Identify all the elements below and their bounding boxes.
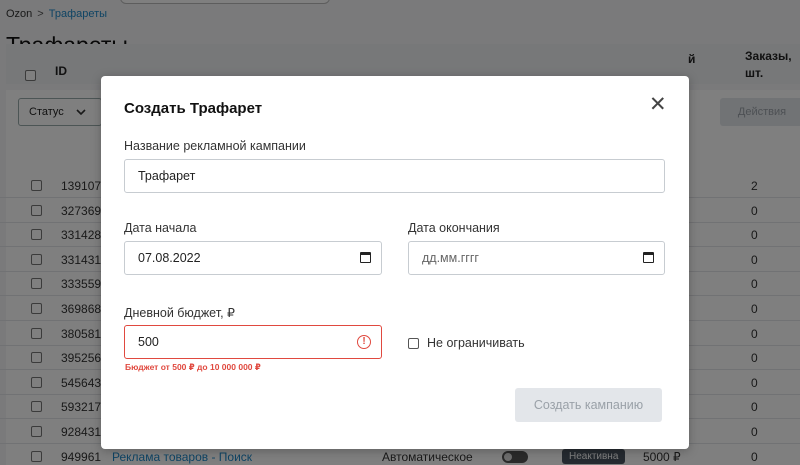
error-icon: ! bbox=[357, 335, 371, 349]
daily-budget-input[interactable]: 500 ! bbox=[124, 325, 382, 359]
start-date-value: 07.08.2022 bbox=[138, 251, 201, 265]
start-date-label: Дата начала bbox=[124, 221, 197, 235]
no-limit-label: Не ограничивать bbox=[427, 336, 525, 350]
start-date-input[interactable]: 07.08.2022 bbox=[124, 241, 382, 275]
create-campaign-button[interactable]: Создать кампанию bbox=[515, 388, 662, 422]
end-date-label: Дата окончания bbox=[408, 221, 500, 235]
modal-title: Создать Трафарет bbox=[124, 100, 263, 117]
daily-budget-value: 500 bbox=[138, 335, 159, 349]
no-limit-option[interactable]: Не ограничивать bbox=[408, 336, 525, 350]
campaign-name-input[interactable]: Трафарет bbox=[124, 159, 665, 193]
calendar-icon[interactable] bbox=[643, 252, 654, 263]
end-date-input[interactable]: дд.мм.гггг bbox=[408, 241, 665, 275]
close-icon[interactable]: ✕ bbox=[649, 94, 667, 115]
no-limit-checkbox[interactable] bbox=[408, 337, 419, 349]
campaign-name-value: Трафарет bbox=[138, 169, 196, 183]
end-date-placeholder: дд.мм.гггг bbox=[422, 251, 479, 265]
campaign-name-label: Название рекламной кампании bbox=[124, 139, 306, 153]
create-template-modal: Создать Трафарет ✕ Название рекламной ка… bbox=[101, 76, 689, 449]
daily-budget-label: Дневной бюджет, ₽ bbox=[124, 306, 235, 320]
calendar-icon[interactable] bbox=[360, 252, 371, 263]
budget-error-message: Бюджет от 500 ₽ до 10 000 000 ₽ bbox=[125, 362, 261, 372]
